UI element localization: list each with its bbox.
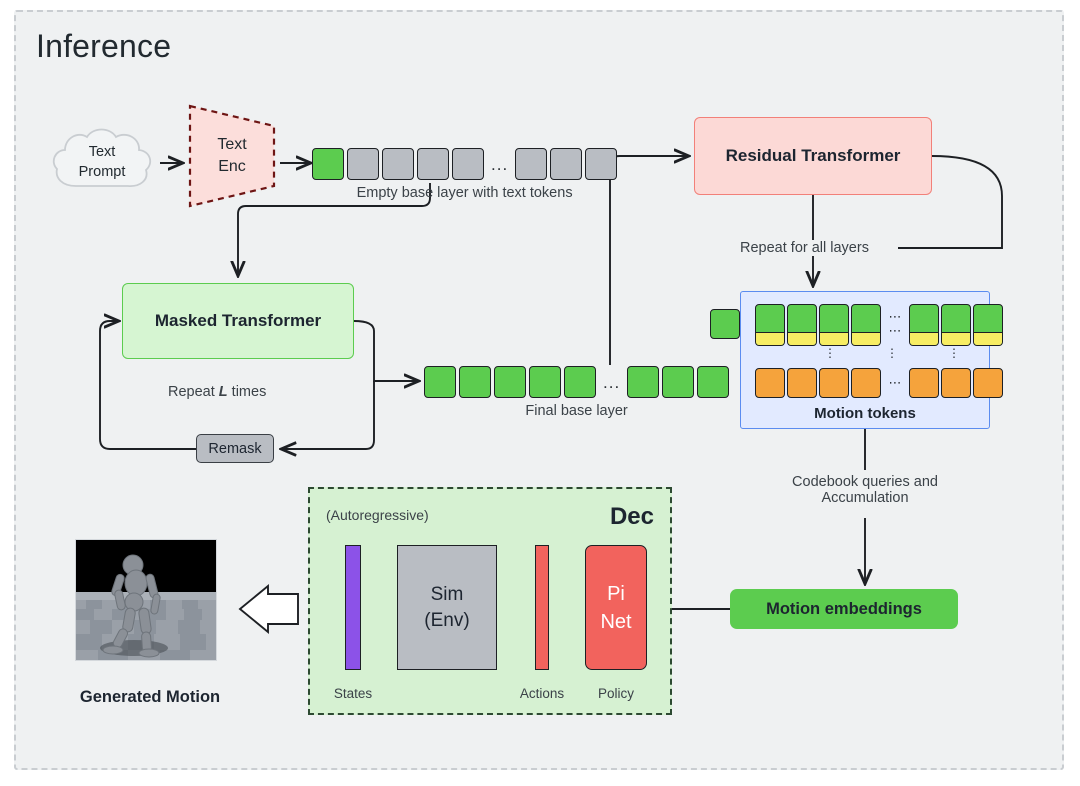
final-base-layer-caption: Final base layer (525, 403, 628, 419)
token-ellipsis: ... (603, 372, 621, 392)
policy-line1: Pi (607, 582, 625, 605)
page-title: Inference (36, 28, 172, 64)
motion-token-green-yellow (909, 304, 939, 346)
sim-line1: Sim (430, 583, 464, 605)
motion-token-orange (787, 368, 817, 398)
text-encoder-block[interactable]: Text Enc (186, 104, 278, 208)
decoder-title: Dec (609, 503, 654, 530)
motion-embeddings-label: Motion embeddings (766, 599, 922, 618)
row-ellipsis: ⋯ (888, 375, 902, 391)
row-ellipsis: ⋯ (888, 322, 902, 338)
residual-strip (820, 332, 848, 345)
motion-tokens-panel: ⋯ ⋯ ⋮ ⋮ ⋮ ⋯ Motion tokens (740, 291, 1003, 429)
motion-token-orange (755, 368, 785, 398)
motion-token-orange (909, 368, 939, 398)
residual-strip (852, 332, 880, 345)
motion-tokens-bottom-row: ⋯ (755, 368, 1003, 398)
sim-line2: (Env) (424, 609, 470, 631)
motion-token-orange (941, 368, 971, 398)
token-green (564, 366, 596, 398)
diagram-root: Text Prompt Text Enc ... Empty base laye… (0, 0, 1080, 786)
actions-bar (535, 545, 549, 670)
token-gray (550, 148, 583, 180)
repeat-l-times-note: Repeat L times (168, 384, 266, 400)
motion-embeddings-box[interactable]: Motion embeddings (730, 589, 958, 629)
empty-base-layer-tokens: ... (312, 148, 618, 180)
motion-token-green-yellow (851, 304, 881, 346)
codebook-note: Codebook queries and Accumulation (740, 474, 990, 506)
token-ellipsis: ... (491, 154, 509, 174)
text-prompt-line1: Text (88, 144, 116, 161)
token-green (312, 148, 344, 180)
token-green (627, 366, 660, 398)
col-ellipsis: ⋮ (886, 346, 898, 360)
states-label: States (333, 686, 373, 701)
empty-base-layer-group: ... Empty base layer with text tokens (312, 148, 618, 201)
motion-tokens-label: Motion tokens (814, 405, 916, 422)
actions-label: Actions (519, 686, 565, 701)
policy-line2: Net (600, 610, 632, 633)
residual-strip (756, 332, 784, 345)
humanoid-render (76, 540, 216, 660)
token-gray (417, 148, 449, 180)
residual-strip (788, 332, 816, 345)
text-prompt-line2: Prompt (78, 164, 126, 180)
policy-net-box[interactable]: Pi Net (585, 545, 647, 670)
repeat-prefix: Repeat (168, 384, 219, 400)
motion-token-green-yellow (941, 304, 971, 346)
token-gray (382, 148, 414, 180)
row-ellipsis: ⋯ (888, 309, 902, 324)
text-prompt-cloud: Text Prompt (48, 124, 156, 202)
token-green (662, 366, 695, 398)
repeat-emphasis: L (218, 384, 228, 400)
token-green (424, 366, 456, 398)
base-motion-token (710, 309, 740, 339)
col-ellipsis: ⋮ (824, 346, 836, 360)
token-gray (347, 148, 379, 180)
final-base-layer-tokens: ... (424, 366, 730, 398)
remask-label: Remask (208, 440, 262, 457)
token-gray (515, 148, 548, 180)
motion-token-orange (851, 368, 881, 398)
repeat-all-layers-label: Repeat for all layers (740, 240, 869, 256)
final-base-layer-group: ... Final base layer (424, 366, 730, 419)
masked-transformer-box[interactable]: Masked Transformer (122, 283, 354, 359)
token-gray (585, 148, 618, 180)
masked-transformer-label: Masked Transformer (154, 311, 322, 330)
motion-token-green-yellow (755, 304, 785, 346)
empty-base-layer-caption: Empty base layer with text tokens (356, 185, 573, 201)
generated-motion-thumbnail (75, 539, 217, 661)
policy-label: Policy (597, 686, 634, 701)
residual-strip (974, 332, 1002, 345)
sim-env-box[interactable]: Sim (Env) (397, 545, 497, 670)
col-ellipsis: ⋮ (948, 346, 960, 360)
motion-tokens-vertical-ellipsis-row: ⋮ ⋮ ⋮ (755, 346, 977, 360)
remask-button[interactable]: Remask (196, 434, 274, 463)
text-encoder-line2: Enc (218, 158, 246, 175)
residual-transformer-box[interactable]: Residual Transformer (694, 117, 932, 195)
autoregressive-note: (Autoregressive) (326, 507, 429, 523)
token-green (459, 366, 491, 398)
motion-token-green-yellow (819, 304, 849, 346)
residual-transformer-label: Residual Transformer (725, 146, 901, 165)
token-green (529, 366, 561, 398)
motion-token-orange (973, 368, 1003, 398)
generated-motion-caption: Generated Motion (79, 688, 221, 706)
residual-strip (910, 332, 938, 345)
token-gray (452, 148, 484, 180)
motion-tokens-top-row: ⋯ ⋯ (755, 304, 1003, 346)
codebook-note-line1: Codebook queries and (740, 474, 990, 490)
repeat-all-layers-note: Repeat for all layers (736, 240, 873, 256)
motion-token-green-yellow (787, 304, 817, 346)
states-bar (345, 545, 361, 670)
text-encoder-line1: Text (217, 135, 247, 153)
motion-token-green-yellow (973, 304, 1003, 346)
residual-strip (942, 332, 970, 345)
repeat-suffix: times (227, 384, 267, 400)
token-green (494, 366, 526, 398)
motion-token-orange (819, 368, 849, 398)
token-green (697, 366, 730, 398)
codebook-note-line2: Accumulation (740, 490, 990, 506)
